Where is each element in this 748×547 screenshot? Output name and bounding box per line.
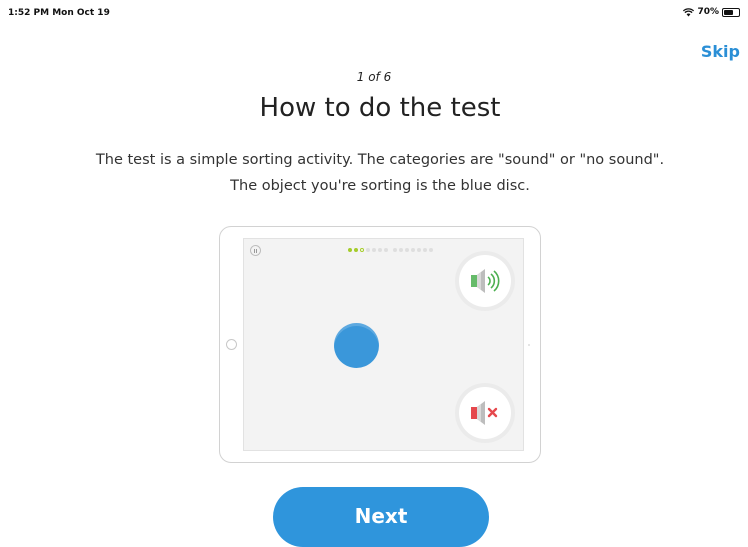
camera-dot [528,344,530,346]
battery-icon [722,7,740,17]
progress-dot [411,248,415,252]
sound-target [459,255,511,307]
progress-dot [348,248,352,252]
tablet-illustration [219,226,541,463]
progress-dot [378,248,382,252]
page-title: How to do the test [259,93,501,123]
progress-dot [384,248,388,252]
progress-dot [399,248,403,252]
progress-dot [423,248,427,252]
status-time: 1:52 PM Mon Oct 19 [8,8,110,18]
step-indicator: 1 of 6 [356,70,392,84]
progress-dot [417,248,421,252]
progress-dot [393,248,397,252]
status-indicators: 70% [683,7,740,17]
progress-dots [348,248,433,252]
progress-dot [372,248,376,252]
no-sound-target [459,387,511,439]
status-bar: 1:52 PM Mon Oct 19 70% [0,0,748,24]
pause-icon [250,245,261,256]
progress-dot [405,248,409,252]
description: The test is a simple sorting activity. T… [0,147,748,199]
wifi-icon [683,7,695,16]
next-button[interactable]: Next [273,487,489,547]
progress-dot [354,248,358,252]
speaker-muted-icon [471,401,498,425]
description-line-1: The test is a simple sorting activity. T… [95,152,665,168]
description-line-2: The object you're sorting is the blue di… [230,178,530,194]
progress-dot [360,248,364,252]
tablet-screen [243,238,524,451]
skip-button[interactable]: Skip [701,42,740,61]
home-button [226,339,237,350]
blue-disc [334,323,379,368]
progress-dot [366,248,370,252]
speaker-sound-icon [471,269,500,293]
battery-percent: 70% [697,7,719,17]
progress-dot [429,248,433,252]
